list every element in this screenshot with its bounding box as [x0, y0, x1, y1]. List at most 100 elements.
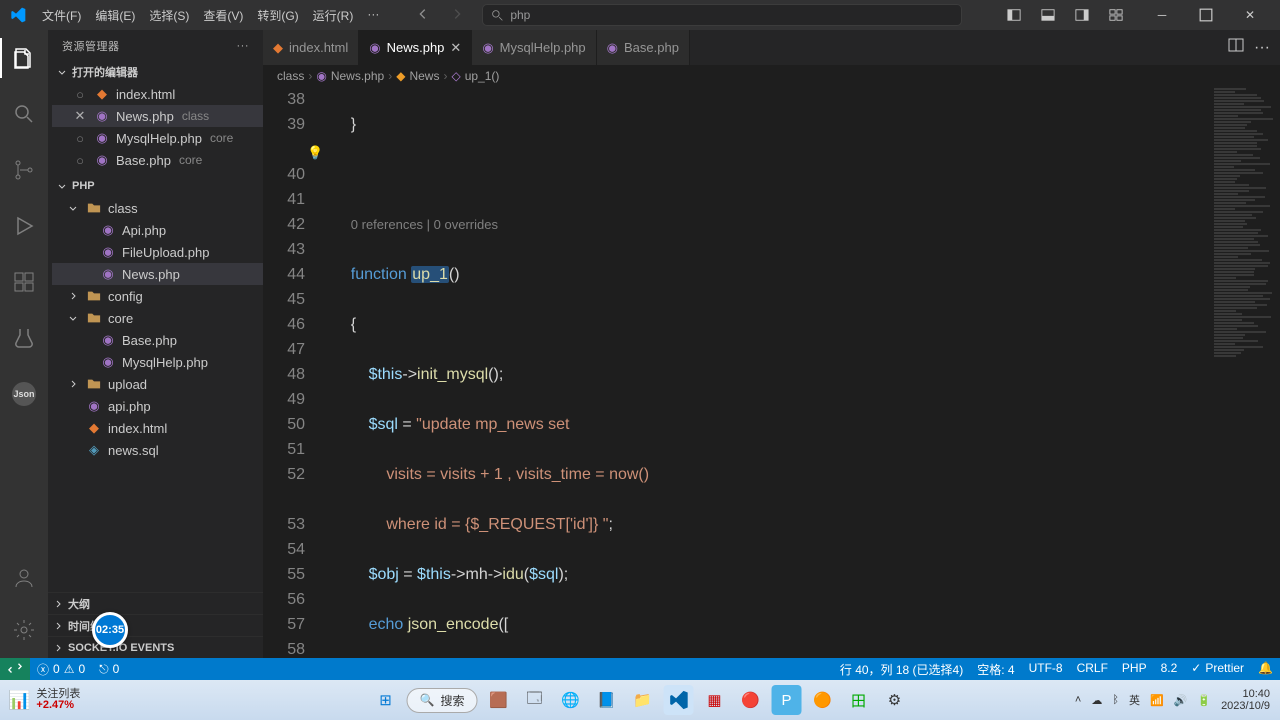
taskbar-app[interactable]: ⚙ — [879, 685, 909, 715]
layout-sidebar-left-icon[interactable] — [1004, 8, 1024, 22]
tree-folder[interactable]: core — [52, 307, 263, 329]
status-language[interactable]: PHP — [1115, 661, 1154, 675]
editor-tabs: ◆index.html ◉News.php✕ ◉MysqlHelp.php ◉B… — [263, 30, 1280, 65]
tree-file[interactable]: ◉FileUpload.php — [52, 241, 263, 263]
tab-mysqlhelp-php[interactable]: ◉MysqlHelp.php — [472, 30, 596, 65]
tree-file[interactable]: ◆index.html — [52, 417, 263, 439]
minimap[interactable]: document.write(Array.from({length:90},()… — [1210, 87, 1280, 658]
tab-index-html[interactable]: ◆index.html — [263, 30, 359, 65]
tray-chevron[interactable]: ˄ — [1075, 694, 1081, 706]
tree-file[interactable]: ◈news.sql — [52, 439, 263, 461]
nav-forward[interactable] — [450, 7, 464, 24]
activity-testing[interactable] — [0, 318, 48, 358]
activity-extensions[interactable] — [0, 262, 48, 302]
tray-ime[interactable]: 英 — [1129, 692, 1140, 708]
open-editor-item[interactable]: ○◉Base.phpcore — [52, 149, 263, 171]
close-icon[interactable]: ✕ — [450, 40, 461, 56]
start-button[interactable]: ⊞ — [371, 685, 401, 715]
tree-file[interactable]: ◉News.php — [52, 263, 263, 285]
tree-file[interactable]: ◉api.php — [52, 395, 263, 417]
stock-icon[interactable]: 📊 — [8, 690, 30, 711]
code-editor[interactable]: 💡 38394041424344454647484950515253545556… — [263, 87, 1280, 658]
status-cursor[interactable]: 行 40，列 18 (已选择4) — [833, 661, 970, 678]
split-editor-icon[interactable] — [1228, 37, 1244, 58]
taskbar-app[interactable]: 🟫 — [483, 685, 513, 715]
activity-settings[interactable] — [0, 610, 48, 650]
open-editor-item[interactable]: ✕◉News.phpclass — [52, 105, 263, 127]
menu-goto[interactable]: 转到(G) — [250, 7, 305, 24]
tray-battery-icon[interactable]: 🔋 — [1197, 694, 1211, 707]
taskbar-app[interactable]: 📘 — [591, 685, 621, 715]
taskbar-chrome[interactable]: 🔴 — [735, 685, 765, 715]
menu-more[interactable]: ··· — [360, 7, 386, 24]
tab-news-php[interactable]: ◉News.php✕ — [359, 30, 472, 65]
tray-wifi-icon[interactable]: 📶 — [1150, 694, 1164, 707]
window-maximize[interactable] — [1184, 0, 1228, 30]
tray-clock[interactable]: 10:40 2023/10/9 — [1221, 688, 1270, 712]
tree-file[interactable]: ◉Base.php — [52, 329, 263, 351]
taskbar-app[interactable]: ▦ — [699, 685, 729, 715]
socketio-section[interactable]: SOCKET.IO EVENTS — [48, 636, 263, 658]
menu-run[interactable]: 运行(R) — [306, 7, 361, 24]
status-ports[interactable]: ⎋0 — [92, 658, 126, 680]
layout-panel-icon[interactable] — [1038, 8, 1058, 22]
taskbar-edge[interactable]: 🌐 — [555, 685, 585, 715]
taskbar-app[interactable]: 🗔 — [519, 685, 549, 715]
taskbar-app[interactable]: 田 — [843, 685, 873, 715]
open-editor-item[interactable]: ○◆index.html — [52, 83, 263, 105]
activity-json[interactable]: Json — [0, 374, 48, 414]
tree-folder[interactable]: class — [52, 197, 263, 219]
tree-folder[interactable]: config — [52, 285, 263, 307]
layout-sidebar-right-icon[interactable] — [1072, 8, 1092, 22]
timeline-section[interactable]: 时间线 — [48, 614, 263, 636]
activity-search[interactable] — [0, 94, 48, 134]
window-minimize[interactable]: ─ — [1140, 0, 1184, 30]
menu-bar: 文件(F) 编辑(E) 选择(S) 查看(V) 转到(G) 运行(R) ··· — [35, 7, 386, 24]
status-php-version[interactable]: 8.2 — [1154, 661, 1185, 675]
explorer-sidebar: 资源管理器 ··· 打开的编辑器 ○◆index.html ✕◉News.php… — [48, 30, 263, 658]
stock-widget[interactable]: 关注列表 +2.47% — [36, 689, 80, 711]
taskbar-app[interactable]: P — [771, 685, 801, 715]
status-notifications[interactable]: 🔔 — [1251, 661, 1280, 675]
close-icon[interactable]: ✕ — [72, 108, 88, 124]
open-editors-header[interactable]: 打开的编辑器 — [52, 61, 263, 83]
activity-explorer[interactable] — [0, 38, 48, 78]
command-center[interactable]: php — [482, 4, 962, 26]
menu-view[interactable]: 查看(V) — [196, 7, 250, 24]
status-encoding[interactable]: UTF-8 — [1022, 661, 1070, 675]
status-indent[interactable]: 空格: 4 — [970, 661, 1021, 678]
activity-debug[interactable] — [0, 206, 48, 246]
more-icon[interactable]: ··· — [1254, 39, 1270, 57]
remote-indicator[interactable] — [0, 658, 30, 680]
outline-section[interactable]: 大纲 — [48, 592, 263, 614]
tab-base-php[interactable]: ◉Base.php — [597, 30, 690, 65]
editor-area: ◆index.html ◉News.php✕ ◉MysqlHelp.php ◉B… — [263, 30, 1280, 658]
tree-file[interactable]: ◉Api.php — [52, 219, 263, 241]
tray-volume-icon[interactable]: 🔊 — [1174, 694, 1188, 707]
status-eol[interactable]: CRLF — [1070, 661, 1115, 675]
window-close[interactable]: ✕ — [1228, 0, 1272, 30]
taskbar-files[interactable]: 📁 — [627, 685, 657, 715]
more-icon[interactable]: ··· — [237, 40, 250, 52]
status-prettier[interactable]: ✓ Prettier — [1184, 661, 1251, 675]
breadcrumbs[interactable]: class› ◉News.php› ◆News› ◇up_1() — [263, 65, 1280, 87]
activity-account[interactable] — [0, 558, 48, 598]
taskbar-search[interactable]: 🔍搜索 — [407, 688, 478, 713]
open-editor-item[interactable]: ○◉MysqlHelp.phpcore — [52, 127, 263, 149]
tray-onedrive-icon[interactable]: ☁ — [1091, 694, 1102, 707]
timer-overlay[interactable]: 02:35 — [92, 612, 128, 648]
menu-file[interactable]: 文件(F) — [35, 7, 88, 24]
menu-edit[interactable]: 编辑(E) — [88, 7, 142, 24]
tray-bluetooth-icon[interactable]: ᛒ — [1112, 694, 1119, 706]
tree-folder[interactable]: upload — [52, 373, 263, 395]
nav-back[interactable] — [416, 7, 430, 24]
taskbar-app[interactable]: 🟠 — [807, 685, 837, 715]
layout-customize-icon[interactable] — [1106, 8, 1126, 22]
project-header[interactable]: PHP — [52, 175, 263, 197]
tree-file[interactable]: ◉MysqlHelp.php — [52, 351, 263, 373]
status-problems[interactable]: ⓧ0⚠0 — [30, 658, 92, 680]
taskbar-vscode[interactable] — [663, 685, 693, 715]
command-center-text: php — [510, 8, 530, 22]
activity-scm[interactable] — [0, 150, 48, 190]
menu-select[interactable]: 选择(S) — [142, 7, 196, 24]
